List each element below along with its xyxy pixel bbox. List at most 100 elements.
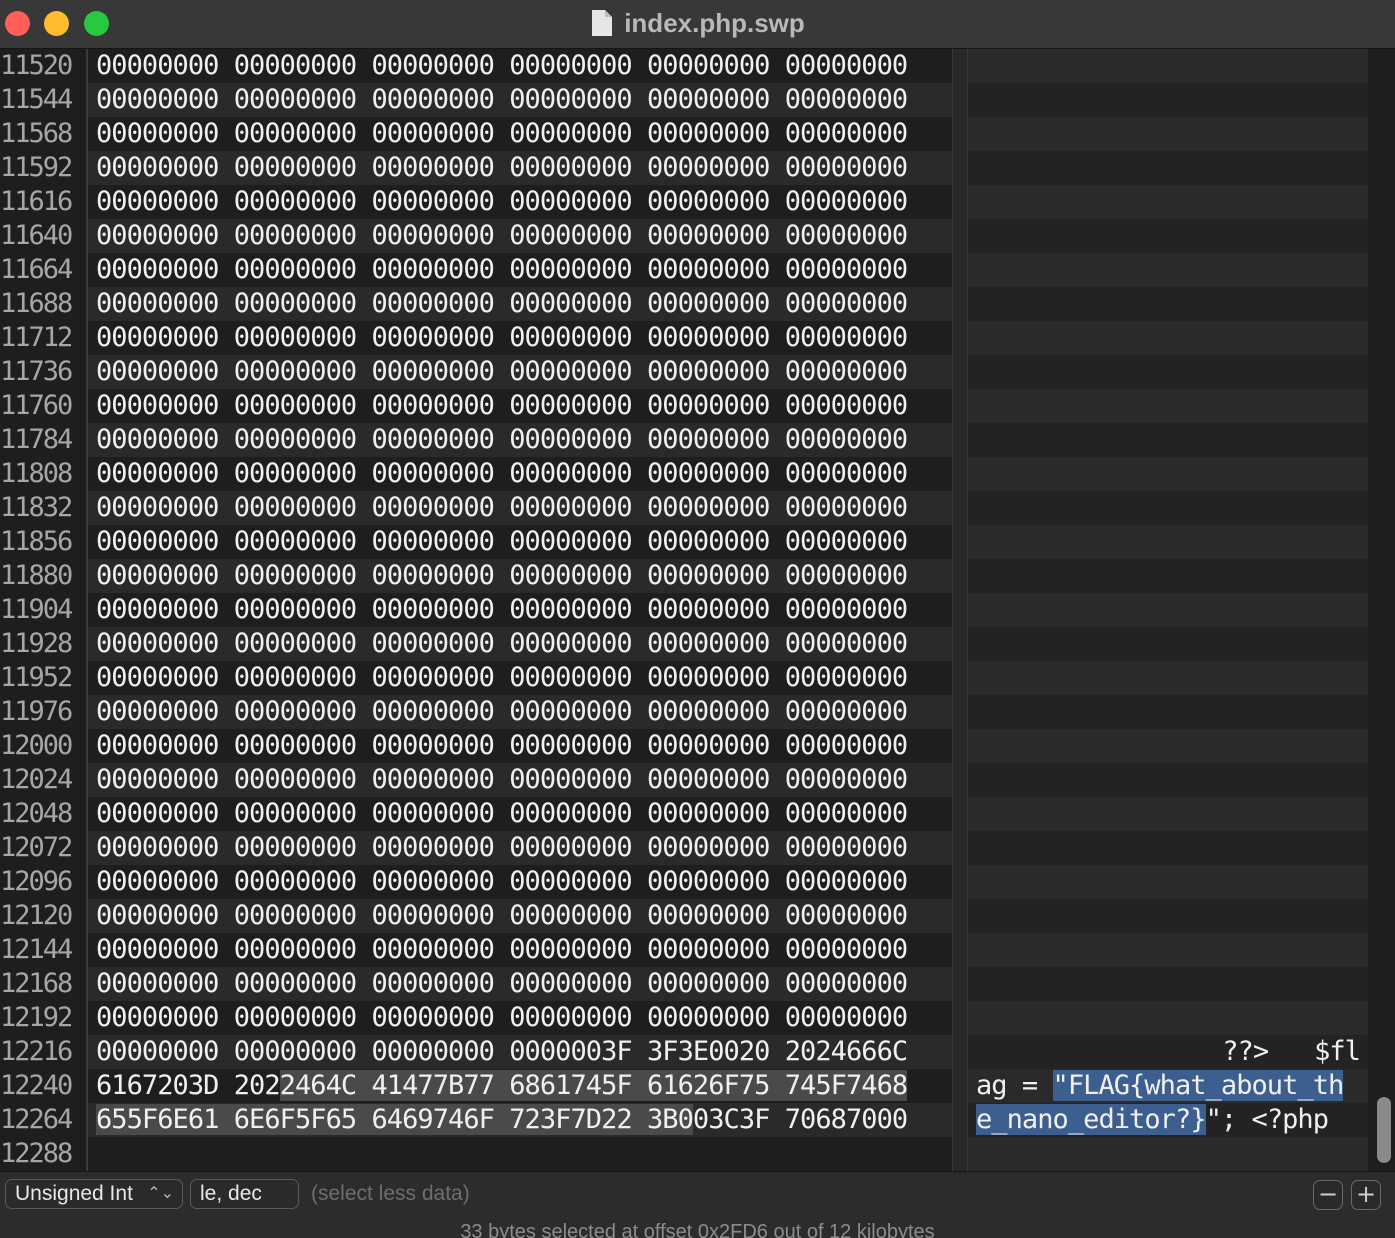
ascii-text[interactable]: [976, 117, 1360, 151]
ascii-text[interactable]: [976, 1137, 1360, 1171]
hex-row[interactable]: 11544 00000000 00000000 00000000 00000000…: [0, 83, 1368, 117]
hex-bytes[interactable]: 00000000 00000000 00000000 00000000 0000…: [96, 661, 908, 695]
hex-bytes[interactable]: 655F6E61 6E6F5F65 6469746F 723F7D22 3B00…: [96, 1103, 908, 1137]
hex-bytes[interactable]: 00000000 00000000 00000000 00000000 0000…: [96, 185, 908, 219]
hex-bytes[interactable]: 00000000 00000000 00000000 00000000 0000…: [96, 729, 908, 763]
ascii-text[interactable]: [976, 729, 1360, 763]
ascii-text[interactable]: [976, 695, 1360, 729]
hex-bytes[interactable]: 00000000 00000000 00000000 00000000 0000…: [96, 593, 908, 627]
hex-row[interactable]: 11664 00000000 00000000 00000000 00000000…: [0, 253, 1368, 287]
plus-button[interactable]: +: [1351, 1180, 1381, 1210]
hex-bytes[interactable]: 00000000 00000000 00000000 00000000 0000…: [96, 355, 908, 389]
hex-row[interactable]: 11736 00000000 00000000 00000000 00000000…: [0, 355, 1368, 389]
ascii-text[interactable]: [976, 593, 1360, 627]
hex-row[interactable]: 12048 00000000 00000000 00000000 00000000…: [0, 797, 1368, 831]
ascii-text[interactable]: [976, 933, 1360, 967]
hex-row[interactable]: 11568 00000000 00000000 00000000 00000000…: [0, 117, 1368, 151]
hex-bytes[interactable]: 00000000 00000000 00000000 00000000 0000…: [96, 253, 908, 287]
hex-row[interactable]: 12144 00000000 00000000 00000000 00000000…: [0, 933, 1368, 967]
ascii-text[interactable]: [976, 253, 1360, 287]
hex-bytes[interactable]: 6167203D 2022464C 41477B77 6861745F 6162…: [96, 1069, 908, 1103]
ascii-text[interactable]: [976, 865, 1360, 899]
hex-bytes[interactable]: 00000000 00000000 00000000 0000003F 3F3E…: [96, 1035, 908, 1069]
hex-bytes[interactable]: 00000000 00000000 00000000 00000000 0000…: [96, 389, 908, 423]
hex-row[interactable]: 11592 00000000 00000000 00000000 00000000…: [0, 151, 1368, 185]
hex-row[interactable]: 11904 00000000 00000000 00000000 00000000…: [0, 593, 1368, 627]
scrollbar-thumb[interactable]: [1377, 1097, 1391, 1163]
hex-row[interactable]: 12168 00000000 00000000 00000000 00000000…: [0, 967, 1368, 1001]
hex-row[interactable]: 11856 00000000 00000000 00000000 00000000…: [0, 525, 1368, 559]
hex-row[interactable]: 12240 6167203D 2022464C 41477B77 6861745F…: [0, 1069, 1368, 1103]
ascii-text[interactable]: [976, 423, 1360, 457]
hex-row[interactable]: 11520 00000000 00000000 00000000 00000000…: [0, 49, 1368, 83]
hex-bytes[interactable]: 00000000 00000000 00000000 00000000 0000…: [96, 423, 908, 457]
hex-row[interactable]: 12072 00000000 00000000 00000000 00000000…: [0, 831, 1368, 865]
ascii-text[interactable]: [976, 559, 1360, 593]
hex-bytes[interactable]: 00000000 00000000 00000000 00000000 0000…: [96, 627, 908, 661]
hex-editor-view[interactable]: 12288 12264 655F6E61 6E6F5F65 6469746F 723…: [0, 49, 1395, 1171]
hex-row[interactable]: 11880 00000000 00000000 00000000 00000000…: [0, 559, 1368, 593]
hex-bytes[interactable]: 00000000 00000000 00000000 00000000 0000…: [96, 899, 908, 933]
hex-row[interactable]: 11976 00000000 00000000 00000000 00000000…: [0, 695, 1368, 729]
hex-bytes[interactable]: 00000000 00000000 00000000 00000000 0000…: [96, 219, 908, 253]
hex-row[interactable]: 11688 00000000 00000000 00000000 00000000…: [0, 287, 1368, 321]
ascii-text[interactable]: [976, 525, 1360, 559]
ascii-text[interactable]: [976, 1001, 1360, 1035]
hex-row[interactable]: 11616 00000000 00000000 00000000 00000000…: [0, 185, 1368, 219]
ascii-text[interactable]: [976, 627, 1360, 661]
hex-bytes[interactable]: 00000000 00000000 00000000 00000000 0000…: [96, 559, 908, 593]
ascii-text[interactable]: [976, 389, 1360, 423]
ascii-text[interactable]: [976, 49, 1360, 83]
hex-row[interactable]: 12192 00000000 00000000 00000000 00000000…: [0, 1001, 1368, 1035]
hex-bytes[interactable]: 00000000 00000000 00000000 00000000 0000…: [96, 1001, 908, 1035]
ascii-text[interactable]: [976, 321, 1360, 355]
hex-bytes[interactable]: 00000000 00000000 00000000 00000000 0000…: [96, 151, 908, 185]
hex-bytes[interactable]: 00000000 00000000 00000000 00000000 0000…: [96, 763, 908, 797]
hex-bytes[interactable]: 00000000 00000000 00000000 00000000 0000…: [96, 287, 908, 321]
hex-ascii-divider[interactable]: [952, 49, 968, 1171]
hex-bytes[interactable]: 00000000 00000000 00000000 00000000 0000…: [96, 321, 908, 355]
ascii-text[interactable]: [976, 967, 1360, 1001]
ascii-text[interactable]: [976, 457, 1360, 491]
data-type-select[interactable]: Unsigned Int ⌃⌄: [5, 1179, 183, 1209]
ascii-text[interactable]: [976, 219, 1360, 253]
ascii-text[interactable]: [976, 151, 1360, 185]
hex-bytes[interactable]: 00000000 00000000 00000000 00000000 0000…: [96, 49, 908, 83]
hex-row[interactable]: 11808 00000000 00000000 00000000 00000000…: [0, 457, 1368, 491]
hex-bytes[interactable]: 00000000 00000000 00000000 00000000 0000…: [96, 117, 908, 151]
hex-row[interactable]: 12288: [0, 1137, 1368, 1171]
hex-bytes[interactable]: 00000000 00000000 00000000 00000000 0000…: [96, 525, 908, 559]
ascii-text[interactable]: [976, 831, 1360, 865]
ascii-text[interactable]: [976, 83, 1360, 117]
ascii-text[interactable]: ??> $fl: [976, 1035, 1361, 1069]
hex-row[interactable]: 12264 655F6E61 6E6F5F65 6469746F 723F7D22…: [0, 1103, 1368, 1137]
ascii-text[interactable]: [976, 185, 1360, 219]
hex-bytes[interactable]: 00000000 00000000 00000000 00000000 0000…: [96, 967, 908, 1001]
scroll-track[interactable]: [1368, 49, 1395, 1171]
hex-row[interactable]: 12000 00000000 00000000 00000000 00000000…: [0, 729, 1368, 763]
ascii-text[interactable]: [976, 491, 1360, 525]
hex-bytes[interactable]: 00000000 00000000 00000000 00000000 0000…: [96, 933, 908, 967]
ascii-text[interactable]: [976, 763, 1360, 797]
minus-button[interactable]: −: [1313, 1180, 1343, 1210]
ascii-text[interactable]: [976, 355, 1360, 389]
hex-row[interactable]: 12120 00000000 00000000 00000000 00000000…: [0, 899, 1368, 933]
hex-bytes[interactable]: 00000000 00000000 00000000 00000000 0000…: [96, 865, 908, 899]
hex-row[interactable]: 11712 00000000 00000000 00000000 00000000…: [0, 321, 1368, 355]
ascii-text[interactable]: [976, 899, 1360, 933]
hex-row[interactable]: 11640 00000000 00000000 00000000 00000000…: [0, 219, 1368, 253]
hex-row[interactable]: 12024 00000000 00000000 00000000 00000000…: [0, 763, 1368, 797]
hex-row[interactable]: 11784 00000000 00000000 00000000 00000000…: [0, 423, 1368, 457]
hex-row[interactable]: 12216 00000000 00000000 00000000 0000003F…: [0, 1035, 1368, 1069]
ascii-text[interactable]: [976, 661, 1360, 695]
ascii-text[interactable]: ag = "FLAG{what_about_th: [976, 1069, 1360, 1103]
ascii-text[interactable]: [976, 797, 1360, 831]
hex-bytes[interactable]: 00000000 00000000 00000000 00000000 0000…: [96, 831, 908, 865]
hex-bytes[interactable]: 00000000 00000000 00000000 00000000 0000…: [96, 457, 908, 491]
hex-row[interactable]: 11952 00000000 00000000 00000000 00000000…: [0, 661, 1368, 695]
hex-row[interactable]: 11760 00000000 00000000 00000000 00000000…: [0, 389, 1368, 423]
endian-format-select[interactable]: le, dec: [190, 1179, 299, 1209]
hex-row[interactable]: 11928 00000000 00000000 00000000 00000000…: [0, 627, 1368, 661]
hex-bytes[interactable]: 00000000 00000000 00000000 00000000 0000…: [96, 491, 908, 525]
hex-row[interactable]: 12096 00000000 00000000 00000000 00000000…: [0, 865, 1368, 899]
